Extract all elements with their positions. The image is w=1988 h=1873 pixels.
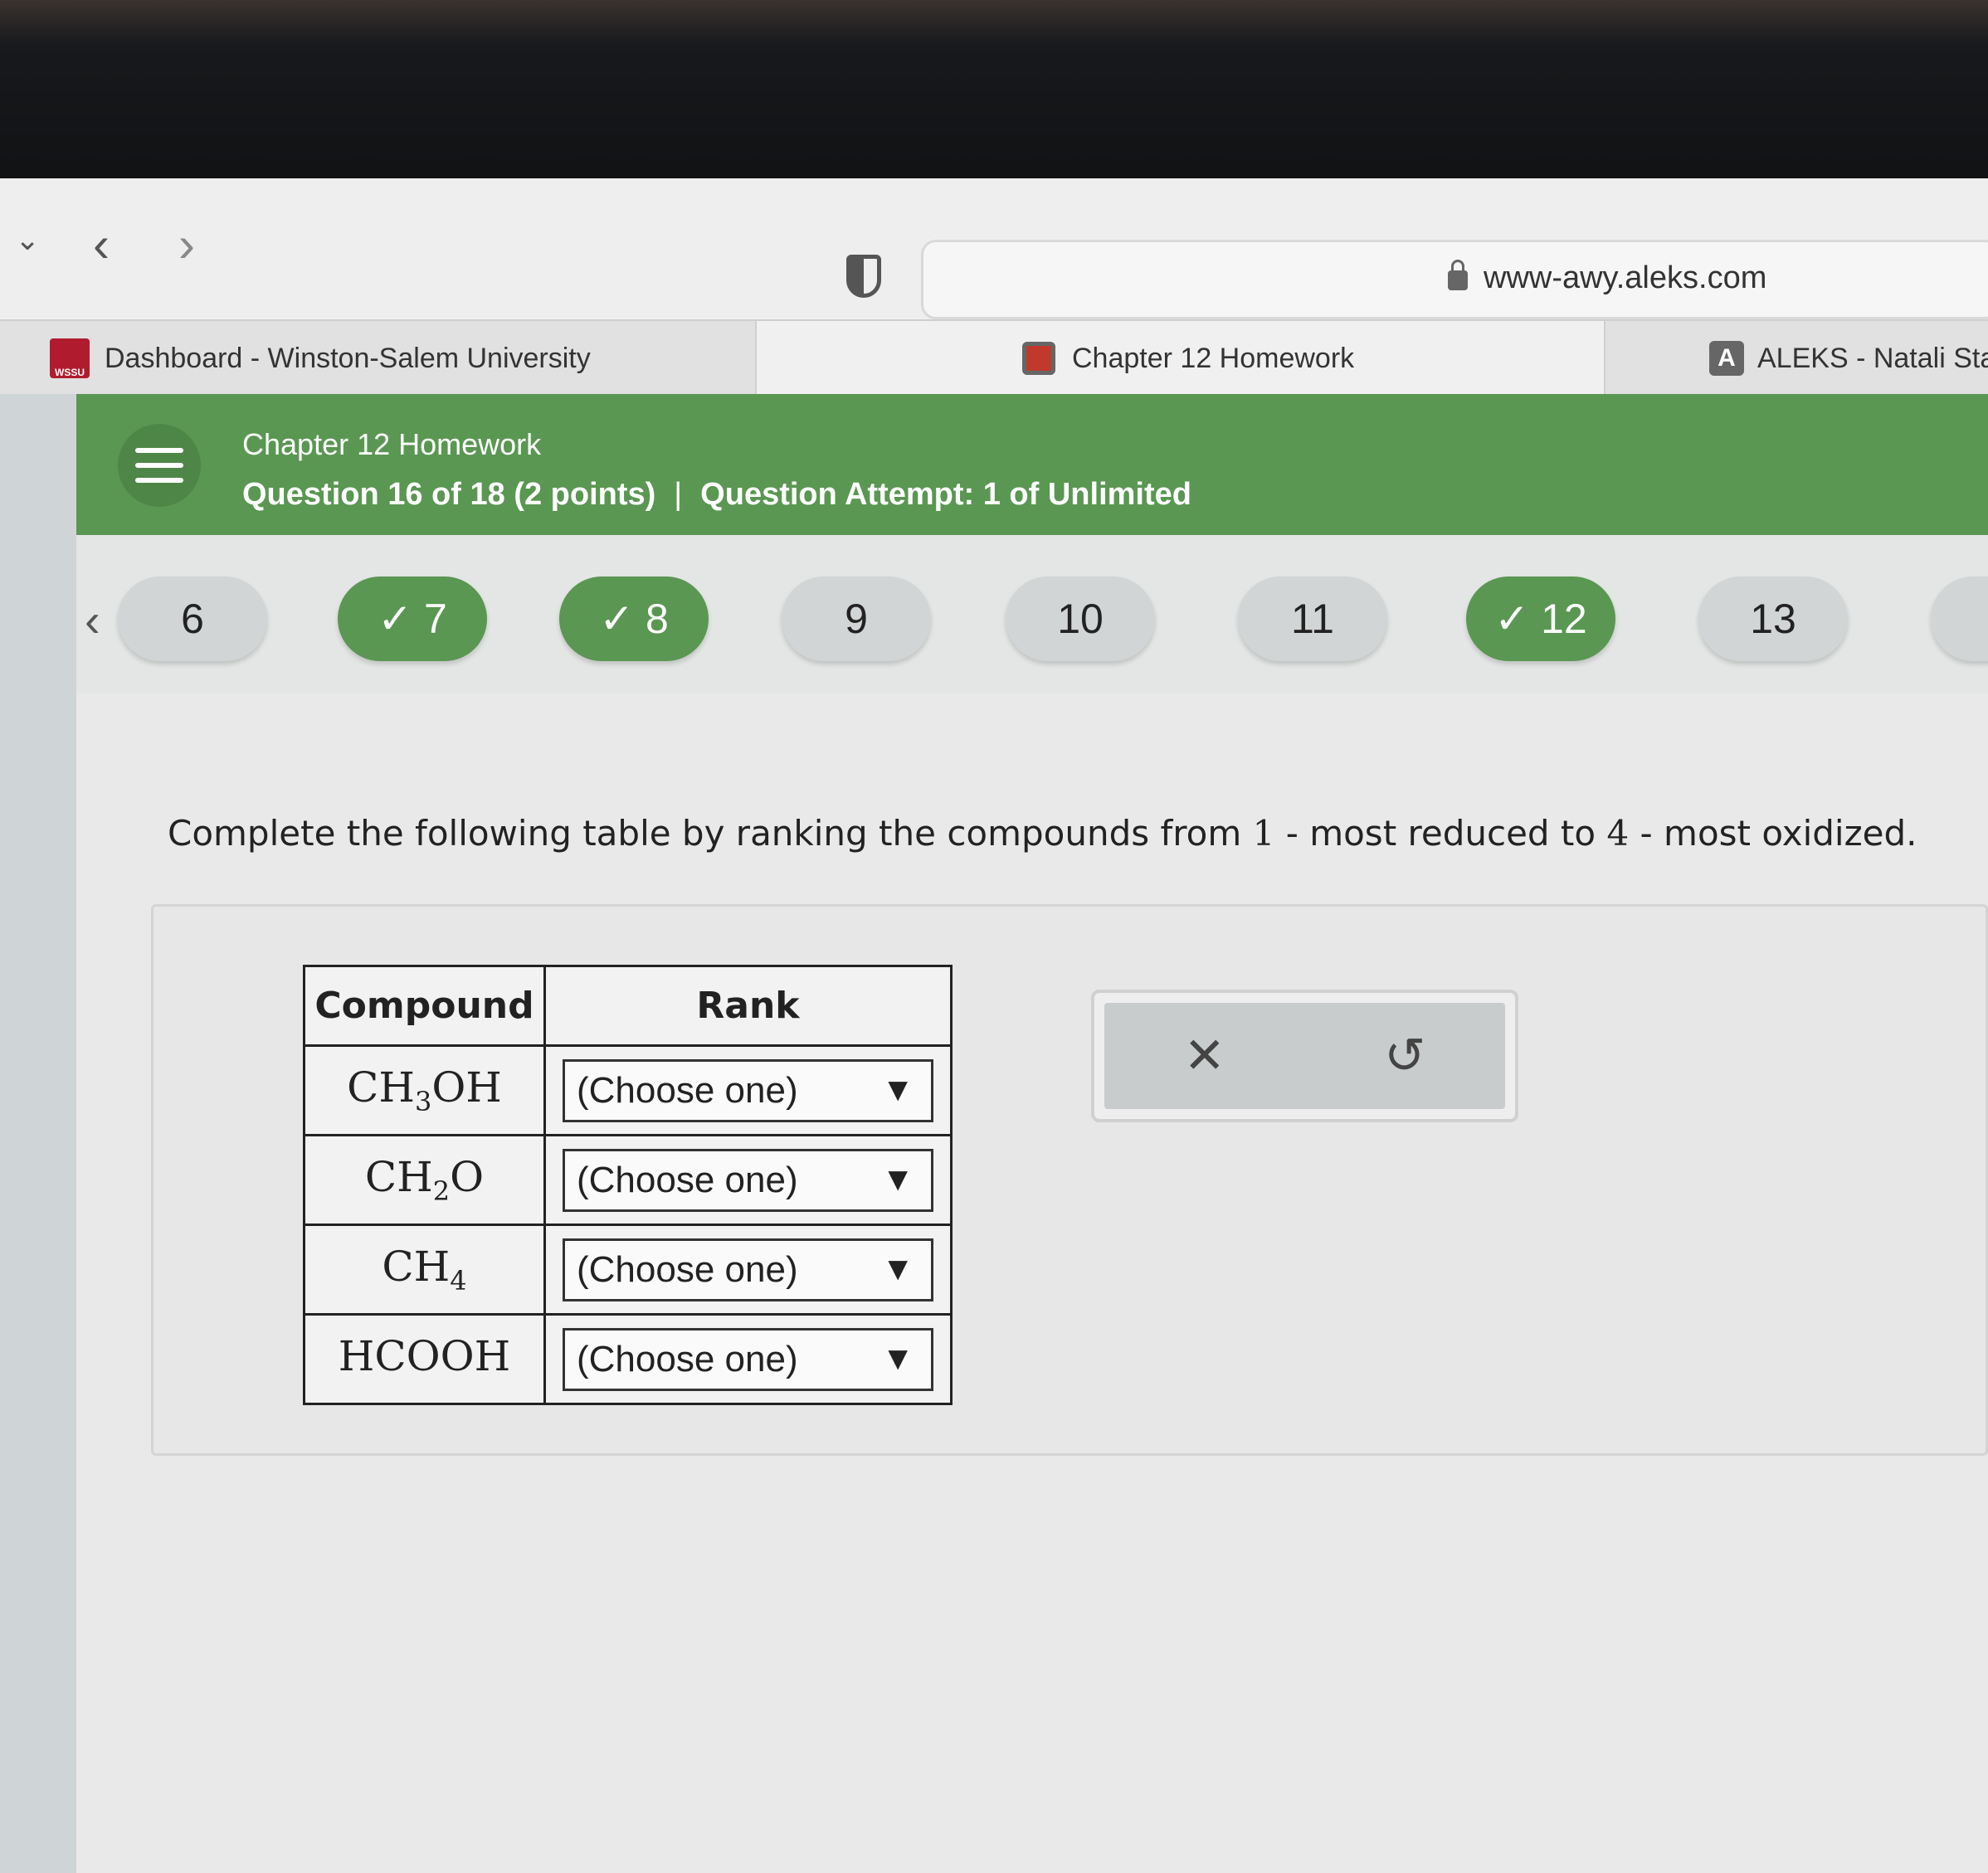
- tab-aleks[interactable]: A ALEKS - Natali Star: [1709, 321, 1988, 396]
- question-content: Complete the following table by ranking …: [76, 693, 1988, 1873]
- answer-area: Compound Rank CH3OH (Choose one) ▼ CH2O …: [151, 904, 1988, 1456]
- dropdown-arrow-icon: ▼: [881, 1340, 914, 1377]
- question-pill-9[interactable]: 9: [782, 576, 931, 661]
- question-pill-12[interactable]: ✓ 12: [1466, 576, 1615, 661]
- chevron-down-icon[interactable]: ⌄: [15, 225, 40, 255]
- question-info: Question 16 of 18 (2 points): [242, 477, 656, 512]
- aleks-header: Chapter 12 Homework Question 16 of 18 (2…: [76, 394, 1988, 535]
- check-icon: ✓: [378, 596, 424, 642]
- chevron-left-icon[interactable]: ‹: [85, 593, 100, 647]
- browser-toolbar: ⌄ ‹ › www-awy.aleks.com: [0, 178, 1988, 328]
- question-pill-7[interactable]: ✓ 7: [338, 576, 487, 661]
- compound-hcooh: HCOOH: [303, 1313, 546, 1405]
- compound-ch2o: CH2O: [303, 1134, 546, 1226]
- check-icon: ✓: [599, 596, 646, 642]
- question-prompt: Complete the following table by ranking …: [168, 813, 1917, 854]
- privacy-shield-icon[interactable]: [846, 255, 881, 298]
- question-pill-10[interactable]: 10: [1006, 576, 1155, 661]
- question-pill-11[interactable]: 11: [1238, 576, 1387, 661]
- compound-ch3oh: CH3OH: [303, 1044, 546, 1136]
- ranking-table: Compound Rank CH3OH (Choose one) ▼ CH2O …: [303, 965, 953, 1405]
- url-text: www-awy.aleks.com: [1484, 260, 1767, 295]
- question-pill-next[interactable]: [1931, 576, 1988, 661]
- clear-icon[interactable]: ✕: [1184, 1027, 1225, 1085]
- dropdown-arrow-icon: ▼: [881, 1072, 914, 1108]
- header-compound: Compound: [303, 965, 546, 1047]
- tab-label: Chapter 12 Homework: [1072, 342, 1355, 374]
- rank-select-ch2o[interactable]: (Choose one) ▼: [563, 1148, 933, 1212]
- tab-dashboard[interactable]: WSSU Dashboard - Winston-Salem Universit…: [50, 321, 591, 396]
- lock-icon: [1448, 260, 1468, 290]
- rank-select-hcooh[interactable]: (Choose one) ▼: [563, 1327, 933, 1391]
- rank-select-ch4[interactable]: (Choose one) ▼: [563, 1238, 933, 1301]
- question-info-line: Question 16 of 18 (2 points) | Question At…: [242, 477, 1191, 513]
- hamburger-icon: [135, 448, 183, 453]
- tab-label: Dashboard - Winston-Salem University: [105, 342, 591, 374]
- check-icon: ✓: [1494, 596, 1542, 642]
- tab-chapter-homework[interactable]: Chapter 12 Homework: [755, 321, 1606, 396]
- table-row: CH2O (Choose one) ▼: [303, 1134, 953, 1226]
- assignment-title: Chapter 12 Homework: [242, 427, 542, 461]
- rank-select-ch3oh[interactable]: (Choose one) ▼: [563, 1058, 933, 1122]
- dropdown-arrow-icon: ▼: [881, 1161, 914, 1198]
- left-gutter: [0, 394, 76, 1873]
- wssu-logo-icon: WSSU: [50, 338, 90, 378]
- back-arrow-icon[interactable]: ‹: [93, 220, 110, 270]
- homework-icon: [1022, 342, 1055, 375]
- tab-label: ALEKS - Natali Star: [1757, 342, 1988, 374]
- question-pill-8[interactable]: ✓ 8: [559, 576, 709, 661]
- menu-button[interactable]: [118, 424, 201, 507]
- table-row: CH3OH (Choose one) ▼: [303, 1044, 953, 1136]
- tab-strip: WSSU Dashboard - Winston-Salem Universit…: [0, 319, 1988, 396]
- question-navigation: ‹ 6 ✓ 7 ✓ 8 9 10 11 ✓ 12 13: [76, 535, 1988, 693]
- laptop-bezel: [0, 0, 1988, 182]
- separator: |: [674, 477, 683, 512]
- forward-arrow-icon[interactable]: ›: [178, 220, 195, 270]
- table-row: CH4 (Choose one) ▼: [303, 1224, 953, 1316]
- attempt-info: Question Attempt: 1 of Unlimited: [700, 477, 1191, 512]
- answer-actions: ✕ ↺: [1091, 990, 1518, 1122]
- aleks-a-icon: A: [1709, 341, 1744, 376]
- undo-icon[interactable]: ↺: [1384, 1027, 1425, 1085]
- header-rank: Rank: [543, 965, 953, 1047]
- question-pill-6[interactable]: 6: [118, 576, 267, 661]
- table-row: HCOOH (Choose one) ▼: [303, 1313, 953, 1405]
- question-pill-13[interactable]: 13: [1698, 576, 1848, 661]
- dropdown-arrow-icon: ▼: [881, 1251, 914, 1287]
- address-bar[interactable]: www-awy.aleks.com: [921, 240, 1988, 319]
- screen: ⌄ ‹ › www-awy.aleks.com WSSU Dashboard -…: [0, 178, 1988, 1873]
- compound-ch4: CH4: [303, 1224, 546, 1316]
